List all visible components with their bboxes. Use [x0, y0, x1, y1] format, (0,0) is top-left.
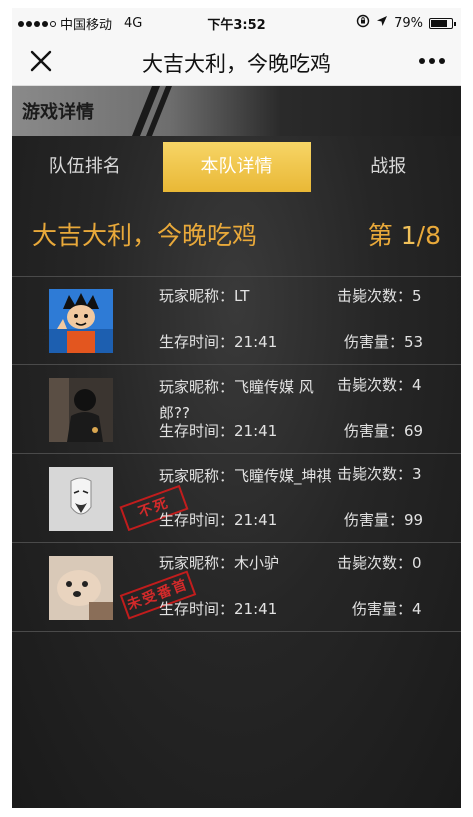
damage-field: 伤害量：4 — [352, 598, 422, 619]
survival-time-value: 21:41 — [234, 600, 278, 618]
damage-label: 伤害量： — [344, 333, 405, 351]
more-options-icon[interactable] — [417, 48, 447, 74]
damage-label: 伤害量： — [344, 511, 405, 529]
kills-field: 击毙次数：5 — [337, 285, 422, 306]
damage-label: 伤害量： — [344, 422, 405, 440]
kills-label: 击毙次数： — [337, 554, 413, 572]
tab-team-details[interactable]: 本队详情 — [162, 142, 311, 192]
player-row: 玩家昵称：飞瞳传媒 风郎?? 击毙次数：4 生存时间：21:41 伤害量：69 — [12, 366, 461, 454]
survival-time-label: 生存时间： — [159, 422, 235, 440]
nav-bar: 大吉大利，今晚吃鸡 — [12, 36, 461, 86]
kills-value: 0 — [412, 554, 422, 572]
nickname-label: 玩家昵称： — [159, 378, 235, 396]
section-header-label: 游戏详情 — [22, 102, 94, 123]
avatar — [49, 467, 113, 531]
avatar — [49, 289, 113, 353]
nickname-label: 玩家昵称： — [159, 554, 235, 572]
tab-battle-report[interactable]: 战报 — [316, 142, 462, 192]
team-name: 大吉大利，今晚吃鸡 — [32, 221, 258, 250]
damage-value: 4 — [412, 600, 422, 618]
rotation-lock-icon — [356, 14, 370, 32]
nickname-value: 飞瞳传媒_坤祺 — [234, 467, 332, 485]
tab-team-ranking[interactable]: 队伍排名 — [12, 142, 158, 192]
damage-value: 53 — [404, 333, 424, 351]
kills-label: 击毙次数： — [337, 465, 413, 483]
nickname-label: 玩家昵称： — [159, 287, 235, 305]
survival-time-field: 生存时间：21:41 — [159, 331, 277, 352]
nickname-label: 玩家昵称： — [159, 467, 235, 485]
status-right: 79% — [356, 14, 456, 32]
damage-label: 伤害量： — [352, 600, 413, 618]
game-details-panel: 游戏详情 队伍排名 本队详情 战报 大吉大利，今晚吃鸡 第 1/8 玩家昵称：L… — [12, 86, 461, 808]
kills-field: 击毙次数：4 — [337, 374, 422, 395]
kills-label: 击毙次数： — [337, 287, 413, 305]
damage-field: 伤害量：99 — [344, 509, 423, 530]
survival-time-value: 21:41 — [234, 511, 278, 529]
survival-time-value: 21:41 — [234, 333, 278, 351]
kills-value: 3 — [412, 465, 422, 483]
nickname-field: 玩家昵称：飞瞳传媒_坤祺 — [159, 463, 334, 489]
player-row: 不死 玩家昵称：飞瞳传媒_坤祺 击毙次数：3 生存时间：21:41 伤害量：99 — [12, 455, 461, 543]
tab-bar: 队伍排名 本队详情 战报 — [12, 142, 461, 192]
kills-value: 4 — [412, 376, 422, 394]
player-row: 玩家昵称：LT 击毙次数：5 生存时间：21:41 伤害量：53 — [12, 277, 461, 365]
nickname-field: 玩家昵称：木小驴 — [159, 552, 279, 573]
player-row: 未受番首 玩家昵称：木小驴 击毙次数：0 生存时间：21:41 伤害量：4 — [12, 544, 461, 632]
nickname-field: 玩家昵称：飞瞳传媒 风郎?? — [159, 374, 334, 426]
survival-time-value: 21:41 — [234, 422, 278, 440]
survival-time-label: 生存时间： — [159, 511, 235, 529]
avatar — [49, 556, 113, 620]
rank-number: 1 — [400, 221, 417, 250]
battery-icon — [429, 17, 456, 29]
kills-value: 5 — [412, 287, 422, 305]
survival-time-label: 生存时间： — [159, 333, 235, 351]
kills-label: 击毙次数： — [337, 376, 413, 394]
phone-screen: 中国移动 4G 下午3:52 79% 大吉大利，今晚吃鸡 游戏详情 队伍排名 本… — [12, 8, 461, 808]
survival-time-field: 生存时间：21:41 — [159, 420, 277, 441]
damage-value: 99 — [404, 511, 424, 529]
damage-field: 伤害量：53 — [344, 331, 423, 352]
survival-time-label: 生存时间： — [159, 600, 235, 618]
team-rank: 第 1/8 — [368, 216, 441, 252]
avatar — [49, 378, 113, 442]
kills-field: 击毙次数：3 — [337, 463, 422, 484]
survival-time-field: 生存时间：21:41 — [159, 509, 277, 530]
nickname-field: 玩家昵称：LT — [159, 285, 249, 306]
page-title: 大吉大利，今晚吃鸡 — [142, 52, 331, 76]
nickname-value: LT — [234, 287, 250, 305]
header-stripes-decoration — [132, 86, 172, 136]
rank-prefix: 第 — [367, 221, 401, 250]
team-summary: 大吉大利，今晚吃鸡 第 1/8 — [12, 204, 461, 264]
nickname-value: 木小驴 — [234, 554, 280, 572]
rank-total: /8 — [416, 221, 441, 250]
location-arrow-icon — [376, 15, 388, 31]
survival-time-field: 生存时间：21:41 — [159, 598, 277, 619]
battery-percent: 79% — [394, 15, 423, 31]
damage-field: 伤害量：69 — [344, 420, 423, 441]
status-bar: 中国移动 4G 下午3:52 79% — [12, 8, 461, 36]
kills-field: 击毙次数：0 — [337, 552, 422, 573]
damage-value: 69 — [404, 422, 424, 440]
section-header: 游戏详情 — [12, 86, 461, 136]
